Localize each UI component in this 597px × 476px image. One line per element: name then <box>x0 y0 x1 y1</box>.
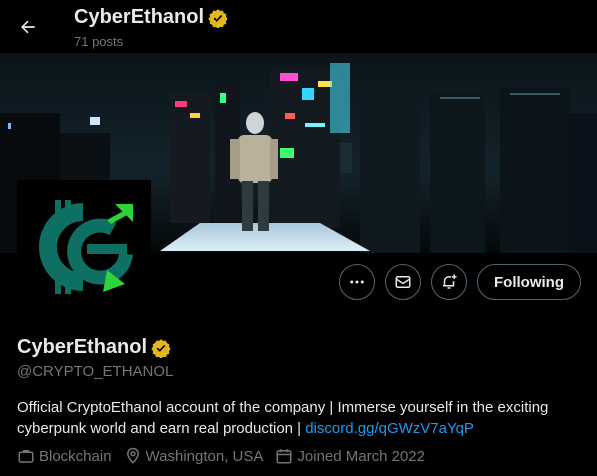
profile-header: CyberEthanol 71 posts <box>0 0 597 53</box>
post-count: 71 posts <box>74 34 124 49</box>
verified-badge-icon <box>208 8 228 28</box>
header-name-text: CyberEthanol <box>74 6 205 28</box>
arrow-left-icon <box>21 20 35 34</box>
profile-bio: Official CryptoEthanol account of the co… <box>17 397 582 439</box>
header-name: CyberEthanol <box>74 6 228 29</box>
notify-button[interactable] <box>431 264 468 300</box>
meta-joined: Joined March 2022 <box>275 447 425 465</box>
location-pin-icon <box>126 447 139 464</box>
bio-link[interactable]: discord.gg/qGWzV7aYqP <box>305 420 474 437</box>
more-button[interactable] <box>339 264 376 300</box>
profile-name-text: CyberEthanol <box>17 336 148 358</box>
following-button[interactable]: Following <box>477 264 581 300</box>
bell-plus-icon <box>443 274 457 289</box>
category-text: Blockchain <box>39 447 112 465</box>
back-button[interactable] <box>12 11 44 43</box>
profile-avatar[interactable] <box>17 180 151 314</box>
meta-location: Washington, USA <box>124 447 264 465</box>
profile-actions: Following <box>339 264 581 300</box>
briefcase-icon <box>18 450 34 463</box>
profile-handle: @CRYPTO_ETHANOL <box>17 363 174 380</box>
message-button[interactable] <box>385 264 422 300</box>
verified-badge-icon <box>151 338 171 358</box>
mail-icon <box>395 276 411 288</box>
profile-name: CyberEthanol <box>17 336 582 359</box>
calendar-icon <box>276 449 292 464</box>
meta-category: Blockchain <box>17 447 112 465</box>
more-icon <box>350 280 364 284</box>
profile-meta: Blockchain Washington, USA Joined March … <box>17 447 582 465</box>
joined-text: Joined March 2022 <box>297 447 425 465</box>
profile-info: CyberEthanol @CRYPTO_ETHANOL Official Cr… <box>17 336 582 465</box>
location-text: Washington, USA <box>145 447 264 465</box>
cyberethanol-logo <box>21 184 147 310</box>
